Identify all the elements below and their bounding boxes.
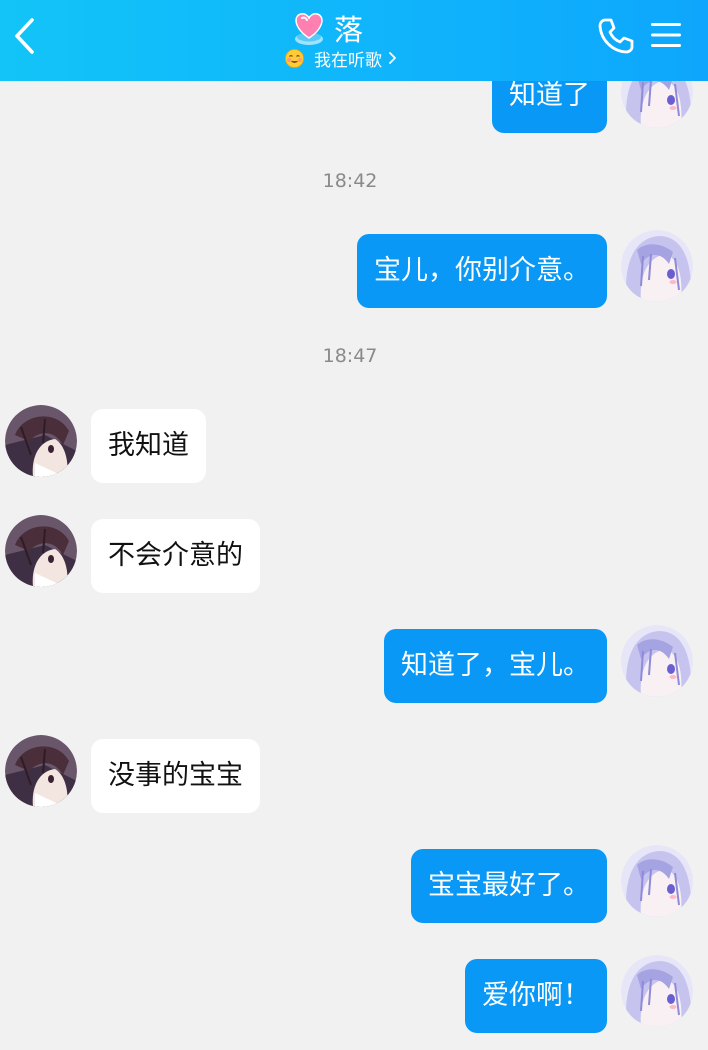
outgoing-message-bubble[interactable]: 爱你啊！ bbox=[465, 959, 607, 1033]
anime-boy-avatar-icon bbox=[5, 405, 77, 477]
incoming-message-bubble[interactable]: 不会介意的 bbox=[91, 519, 260, 593]
anime-girl-avatar-icon bbox=[621, 845, 693, 917]
anime-girl-avatar-icon bbox=[621, 230, 693, 302]
message-timestamp: 18:47 bbox=[322, 345, 378, 367]
chevron-right-icon bbox=[389, 52, 396, 64]
message-timestamp: 18:42 bbox=[322, 170, 378, 192]
status-link[interactable]: 我在听歌 bbox=[285, 46, 397, 71]
incoming-message-bubble[interactable]: 我知道 bbox=[91, 409, 206, 483]
my-avatar[interactable] bbox=[621, 955, 693, 1027]
back-chevron-icon[interactable] bbox=[12, 16, 38, 56]
my-avatar[interactable] bbox=[621, 230, 693, 302]
chat-title: 落 bbox=[334, 13, 364, 47]
chat-header: 落 我在听歌 bbox=[0, 0, 708, 81]
smile-emoji-icon bbox=[285, 48, 304, 68]
incoming-message-bubble[interactable]: 没事的宝宝 bbox=[91, 739, 260, 813]
menu-icon[interactable] bbox=[650, 20, 682, 50]
anime-boy-avatar-icon bbox=[5, 735, 77, 807]
anime-boy-avatar-icon bbox=[5, 515, 77, 587]
chat-title-area[interactable]: 落 bbox=[290, 8, 363, 48]
contact-avatar[interactable] bbox=[5, 405, 77, 477]
outgoing-message-bubble[interactable]: 宝宝最好了。 bbox=[411, 849, 607, 923]
phone-icon[interactable] bbox=[596, 16, 636, 56]
my-avatar[interactable] bbox=[621, 625, 693, 697]
outgoing-message-bubble[interactable]: 知道了，宝儿。 bbox=[384, 629, 607, 703]
anime-girl-avatar-icon bbox=[621, 625, 693, 697]
contact-avatar[interactable] bbox=[5, 515, 77, 587]
outgoing-message-bubble[interactable]: 宝儿，你别介意。 bbox=[357, 234, 607, 308]
status-text: 我在听歌 bbox=[314, 50, 382, 71]
anime-girl-avatar-icon bbox=[621, 955, 693, 1027]
my-avatar[interactable] bbox=[621, 845, 693, 917]
contact-avatar[interactable] bbox=[5, 735, 77, 807]
heart-icon bbox=[295, 13, 323, 45]
